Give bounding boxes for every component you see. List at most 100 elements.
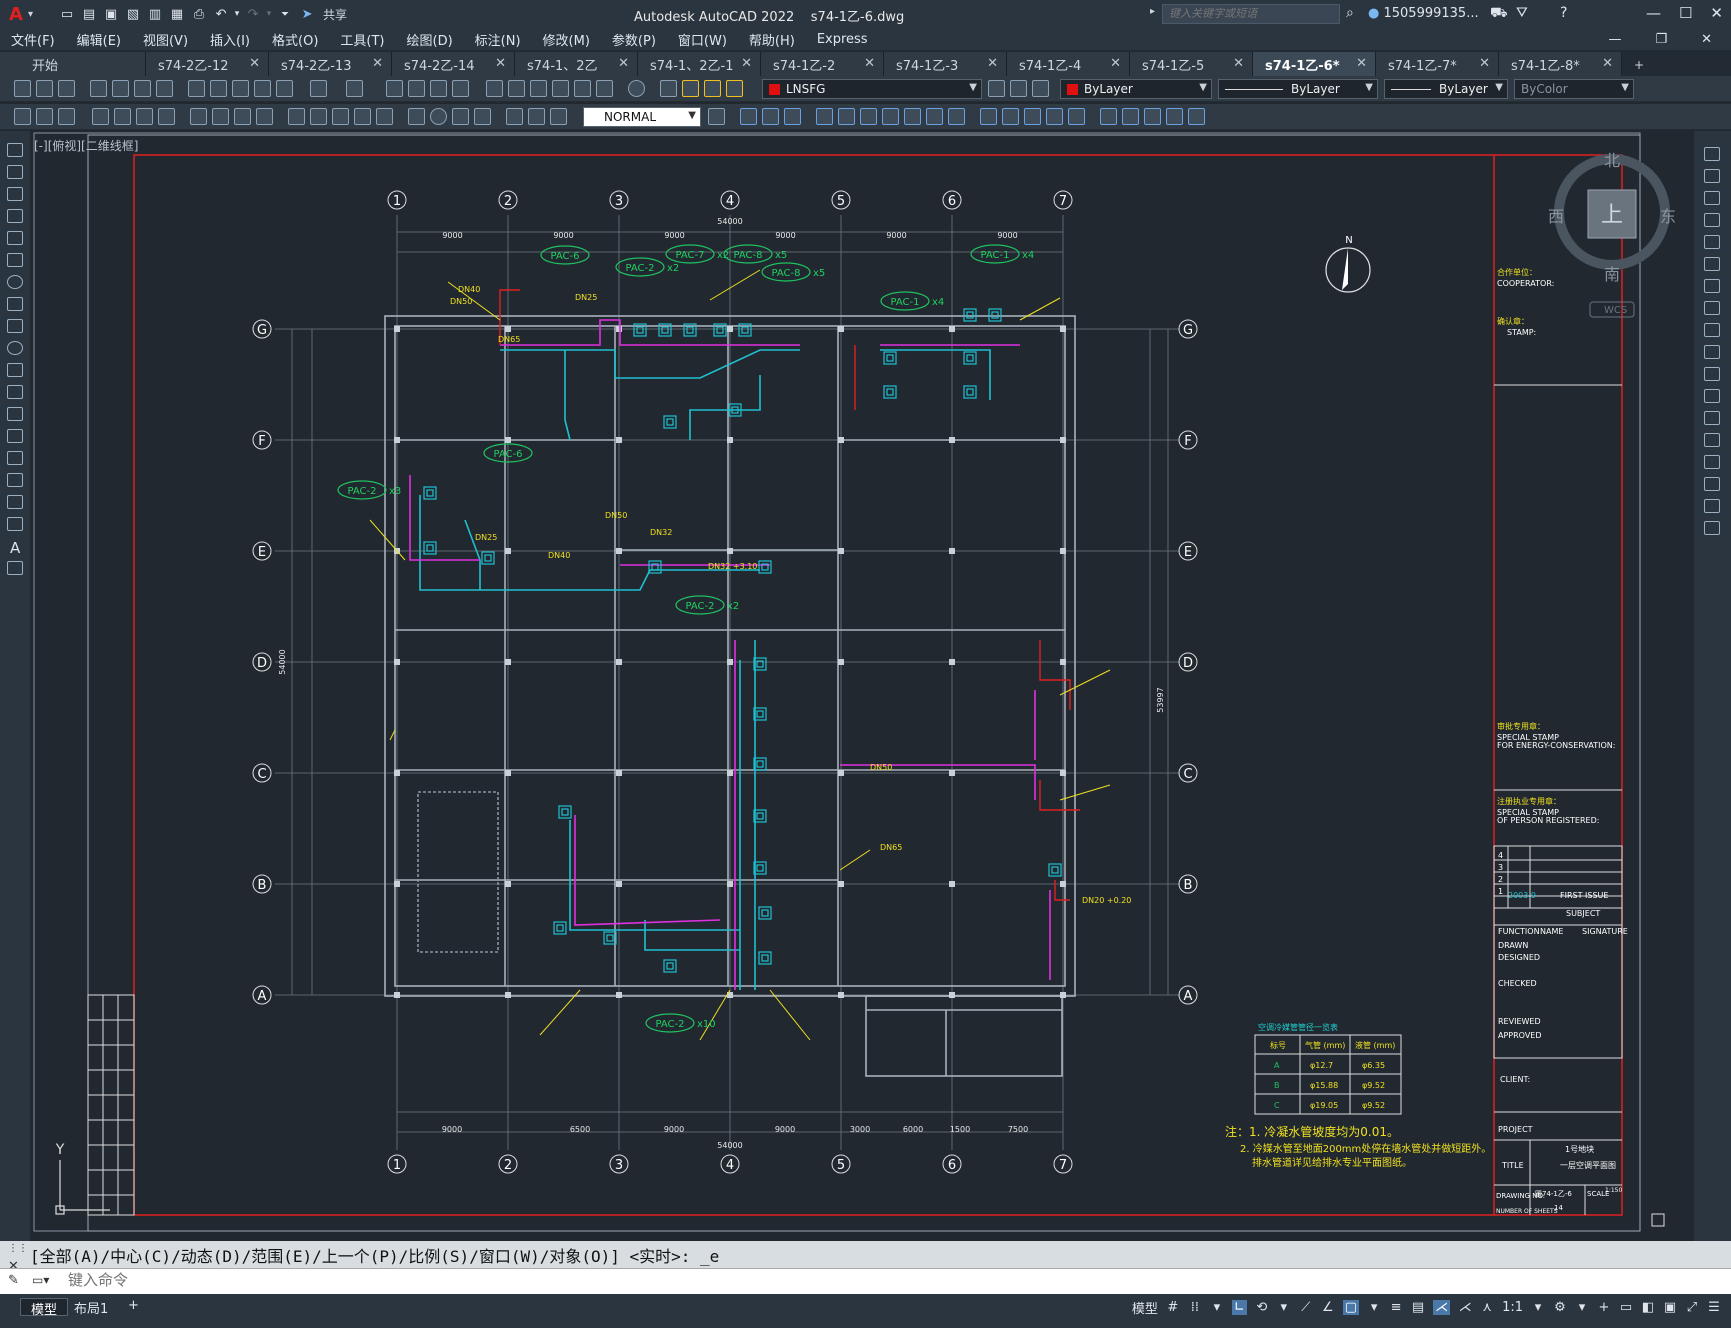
angular-dim-icon[interactable] (256, 108, 273, 125)
tab-close-icon[interactable]: ✕ (1110, 56, 1121, 71)
layer-dropdown[interactable]: LNSFG ▼ (762, 79, 982, 99)
tab-file[interactable]: s74-1乙-8* ✕ (1499, 52, 1622, 76)
properties-match-icon[interactable] (1122, 108, 1139, 125)
tab-close-icon[interactable]: ✕ (618, 56, 629, 71)
tab-file[interactable]: s74-1乙-5 ✕ (1130, 52, 1253, 76)
markup-icon[interactable] (574, 80, 591, 97)
rotate-icon[interactable] (860, 108, 877, 125)
transparency-icon[interactable]: ▤ (1411, 1300, 1425, 1315)
menu-edit[interactable]: 编辑(E) (66, 30, 132, 49)
polyline-icon[interactable] (7, 187, 23, 201)
chamfer-icon[interactable] (1024, 108, 1041, 125)
linetype-dropdown[interactable]: ByLayer ▼ (1218, 79, 1378, 99)
extend-icon[interactable] (948, 108, 965, 125)
close-icon[interactable]: ✕ (1710, 4, 1723, 22)
customize-icon[interactable]: ☰ (1707, 1300, 1721, 1315)
point-icon[interactable] (7, 429, 23, 443)
construction-line-icon[interactable] (7, 165, 23, 179)
jogged-linear-icon[interactable] (474, 108, 491, 125)
osnap-tracking-icon[interactable]: ∠ (1321, 1300, 1335, 1315)
share-button[interactable]: 共享 (323, 6, 347, 23)
tab-close-icon[interactable]: ✕ (1356, 56, 1367, 71)
menu-tools[interactable]: 工具(T) (329, 30, 395, 49)
text-style-dropdown[interactable]: NORMAL ▼ (583, 107, 701, 127)
undo-icon[interactable] (310, 80, 327, 97)
tab-close-icon[interactable]: ✕ (864, 56, 875, 71)
open-folder-icon[interactable]: ▤ (79, 4, 99, 24)
open-web-icon[interactable]: ▥ (145, 4, 165, 24)
trim-icon[interactable] (926, 108, 943, 125)
command-input[interactable] (68, 1272, 1668, 1289)
group-icon[interactable] (1144, 108, 1161, 125)
tab-file[interactable]: s74-1乙-3 ✕ (884, 52, 1007, 76)
minimize-icon[interactable]: — (1646, 4, 1661, 22)
tab-file[interactable]: s74-1乙-4 ✕ (1007, 52, 1130, 76)
isometric-icon[interactable]: ⟋ (1299, 1300, 1313, 1315)
spline-icon[interactable] (7, 319, 23, 333)
undo-icon[interactable]: ↶ (211, 4, 231, 24)
search-icon[interactable]: ⌕ (1346, 5, 1354, 21)
tab-file[interactable]: s74-2乙-14 ✕ (392, 52, 515, 76)
blend-curves-icon[interactable] (1704, 499, 1720, 513)
design-center-icon[interactable] (508, 80, 525, 97)
draw-order-icon[interactable] (14, 108, 31, 125)
offset-icon[interactable] (1704, 213, 1720, 227)
undo-dropdown-icon[interactable]: ▾ (233, 4, 241, 24)
new-tab-icon[interactable]: + (1622, 58, 1656, 76)
arc-icon[interactable] (7, 253, 23, 267)
inspection-icon[interactable] (452, 108, 469, 125)
tab-close-icon[interactable]: ✕ (1479, 56, 1490, 71)
snap-icon[interactable]: ⁞⁞ (1188, 1300, 1202, 1315)
doc-close-icon[interactable]: ✕ (1690, 32, 1723, 47)
scale-dropdown-icon[interactable]: ▾ (1531, 1300, 1545, 1315)
tab-file[interactable]: s74-1、2乙 ✕ (515, 52, 638, 76)
tab-close-icon[interactable]: ✕ (741, 56, 752, 71)
model-space-button[interactable]: 模型 (1132, 1298, 1158, 1317)
osnap-dropdown-icon[interactable]: ▾ (1367, 1300, 1381, 1315)
layer-previous-icon[interactable] (1010, 80, 1027, 97)
tool-palettes-icon[interactable] (530, 80, 547, 97)
clean-screen-icon[interactable]: ⤢ (1685, 1300, 1699, 1315)
dim-break-icon[interactable] (376, 108, 393, 125)
autodesk-app-icon[interactable]: ⛛ (1516, 5, 1528, 21)
ellipse-icon[interactable] (7, 341, 23, 355)
jogged-dim-icon[interactable] (212, 108, 229, 125)
new-icon[interactable] (14, 80, 31, 97)
scale-icon[interactable] (882, 108, 899, 125)
tool-icon[interactable] (36, 108, 53, 125)
tab-close-icon[interactable]: ✕ (1602, 56, 1613, 71)
dim-text-edit-icon[interactable] (528, 108, 545, 125)
copy-icon[interactable] (210, 80, 227, 97)
paste-icon[interactable] (232, 80, 249, 97)
hatch-icon[interactable] (7, 451, 23, 465)
units-icon[interactable]: ▭ (1619, 1300, 1633, 1315)
menu-draw[interactable]: 绘图(D) (396, 30, 464, 49)
menu-dimension[interactable]: 标注(N) (464, 30, 532, 49)
region-icon[interactable] (7, 495, 23, 509)
tab-file[interactable]: s74-1乙-7* ✕ (1376, 52, 1499, 76)
isolate-icon[interactable] (1188, 108, 1205, 125)
tool-icon[interactable] (58, 108, 75, 125)
arc-length-icon[interactable] (136, 108, 153, 125)
tab-file[interactable]: s74-1乙-2 ✕ (761, 52, 884, 76)
tab-file-active[interactable]: s74-1乙-6* ✕ (1253, 52, 1376, 76)
tab-file[interactable]: s74-1、2乙-1 ✕ (638, 52, 761, 76)
save-web-icon[interactable]: ▦ (167, 4, 187, 24)
annotation-scale-value[interactable]: 1:1 (1502, 1300, 1523, 1315)
menu-format[interactable]: 格式(O) (261, 30, 329, 49)
maximize-icon[interactable]: ☐ (1679, 4, 1692, 22)
stretch-icon[interactable] (1704, 323, 1720, 337)
plot-icon[interactable]: ⎙ (189, 4, 209, 24)
line-icon[interactable] (7, 143, 23, 157)
polygon-icon[interactable] (7, 209, 23, 223)
publish-icon[interactable] (134, 80, 151, 97)
radius-dim-icon[interactable] (190, 108, 207, 125)
dim-edit-icon[interactable] (506, 108, 523, 125)
lineweight-icon[interactable]: ≡ (1389, 1300, 1403, 1315)
user-account[interactable]: ● 1505999135... (1368, 6, 1479, 21)
wrench-icon[interactable]: ✎ (8, 1273, 19, 1288)
move-icon[interactable] (1704, 257, 1720, 271)
menu-parametric[interactable]: 参数(P) (601, 30, 667, 49)
mirror-icon[interactable] (762, 108, 779, 125)
3d-print-icon[interactable] (156, 80, 173, 97)
